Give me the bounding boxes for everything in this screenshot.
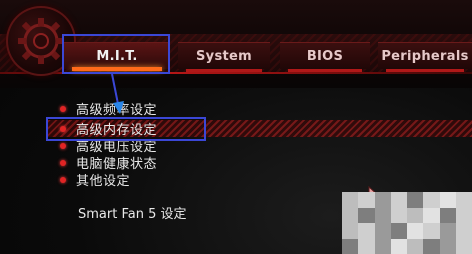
menu-item-misc[interactable]: 其他设定 <box>48 171 468 189</box>
bios-screen: M.I.T. System BIOS Peripherals 高级频率设定 高级… <box>0 0 472 254</box>
menu-item-pc-health[interactable]: 电脑健康状态 <box>48 154 468 172</box>
tab-peripherals-label: Peripherals <box>381 48 469 64</box>
menu-item-smart-fan[interactable]: Smart Fan 5 设定 <box>78 203 186 222</box>
tab-system-label: System <box>196 48 252 64</box>
tab-peripherals-indicator <box>386 69 464 72</box>
watermark-mosaic <box>342 192 472 254</box>
tab-bios-label: BIOS <box>306 48 344 64</box>
tab-system[interactable]: System <box>178 42 270 72</box>
tab-bios-indicator <box>288 69 362 72</box>
menu-item-frequency[interactable]: 高级频率设定 <box>48 100 468 118</box>
bullet-dot-icon <box>60 159 66 166</box>
bullet-dot-icon <box>60 176 66 183</box>
bullet-dot-icon <box>60 142 66 149</box>
annotation-box-tab <box>62 34 170 74</box>
tab-peripherals[interactable]: Peripherals <box>378 42 472 72</box>
tab-bios[interactable]: BIOS <box>280 42 370 72</box>
bullet-dot-icon <box>60 105 66 112</box>
tab-system-indicator <box>186 69 262 72</box>
annotation-box-menu-item <box>46 117 206 141</box>
menu-item-label: 其他设定 <box>76 174 131 189</box>
menu-item-label: 高级频率设定 <box>76 103 158 118</box>
